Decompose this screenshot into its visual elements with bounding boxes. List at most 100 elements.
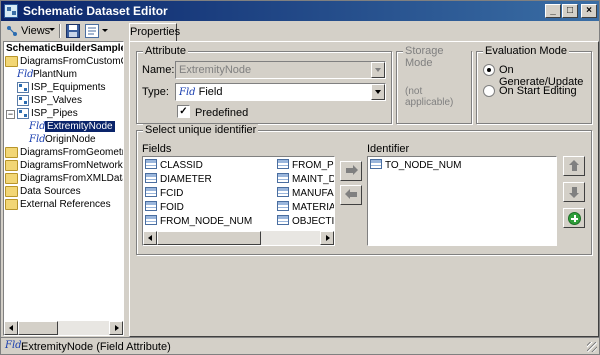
move-down-button[interactable] bbox=[563, 182, 585, 202]
views-dropdown-button[interactable]: Views bbox=[3, 22, 57, 40]
scroll-right-button[interactable] bbox=[320, 231, 334, 245]
table-field-icon bbox=[277, 173, 289, 183]
field-item-label: MAINT_DA bbox=[292, 174, 334, 185]
field-item[interactable]: FROM_PC bbox=[277, 159, 334, 172]
tree-node-label: ISP_Valves bbox=[31, 95, 82, 106]
fields-horizontal-scrollbar[interactable] bbox=[143, 231, 334, 245]
name-value: ExtremityNode bbox=[179, 64, 252, 76]
scroll-thumb[interactable] bbox=[157, 231, 261, 245]
tree-root[interactable]: SchematicBuilderSamples bbox=[6, 43, 123, 55]
folder-icon bbox=[5, 147, 18, 158]
add-to-identifier-button[interactable] bbox=[340, 161, 362, 181]
field-item[interactable]: OBJECTID bbox=[277, 215, 334, 228]
chevron-down-icon[interactable] bbox=[102, 29, 108, 32]
evaluation-mode-group: Evaluation Mode On Generate/Update On St… bbox=[476, 45, 592, 124]
arrow-up-icon bbox=[569, 160, 579, 171]
chevron-down-icon[interactable] bbox=[371, 84, 385, 100]
identifier-listbox[interactable]: TO_NODE_NUM bbox=[367, 156, 557, 246]
tree-node[interactable]: ISP_Equipments bbox=[17, 82, 106, 94]
name-label: Name: bbox=[142, 64, 175, 76]
properties-icon[interactable] bbox=[84, 23, 100, 39]
attribute-group: Attribute Name: ExtremityNode Type: Fld … bbox=[136, 45, 392, 124]
table-field-icon bbox=[145, 159, 157, 169]
scroll-left-button[interactable] bbox=[143, 231, 157, 245]
tree-node-label: DiagramsFromCustomQueri bbox=[20, 56, 123, 67]
tree-node[interactable]: External References bbox=[5, 199, 111, 211]
tree-node[interactable]: FldPlantNum bbox=[17, 69, 77, 81]
on-start-editing-radio[interactable] bbox=[483, 85, 495, 97]
table-field-icon bbox=[277, 187, 289, 197]
diagram-icon bbox=[17, 95, 29, 106]
tree-node[interactable]: DiagramsFromGeometricNe bbox=[5, 147, 123, 159]
folder-icon bbox=[5, 199, 18, 210]
field-item[interactable]: FROM_NODE_NUM bbox=[145, 215, 252, 228]
collapse-icon[interactable]: − bbox=[6, 110, 15, 119]
field-item[interactable]: MATERIAL bbox=[277, 201, 334, 214]
properties-panel: Attribute Name: ExtremityNode Type: Fld … bbox=[129, 41, 599, 337]
schematic-tree[interactable]: SchematicBuilderSamples − DiagramsFromCu… bbox=[3, 41, 124, 336]
tree-node-label: ExtremityNode bbox=[45, 121, 115, 132]
on-start-editing-label: On Start Editing bbox=[499, 85, 577, 97]
scroll-thumb[interactable] bbox=[18, 321, 58, 335]
scroll-right-button[interactable] bbox=[109, 321, 123, 335]
field-attribute-icon: Fld bbox=[17, 69, 34, 80]
field-item[interactable]: CLASSID bbox=[145, 159, 203, 172]
field-item[interactable]: DIAMETER bbox=[145, 173, 212, 186]
diagram-icon bbox=[17, 108, 29, 119]
field-item-label: FOID bbox=[160, 202, 184, 213]
arrow-down-icon bbox=[569, 187, 579, 198]
field-item[interactable]: MAINT_DA bbox=[277, 173, 334, 186]
remove-from-identifier-button[interactable] bbox=[340, 185, 362, 205]
field-item-label: CLASSID bbox=[160, 160, 203, 171]
tree-node[interactable]: ISP_Pipes bbox=[17, 108, 78, 120]
chevron-down-icon bbox=[371, 62, 385, 78]
toolbar: Views bbox=[1, 21, 125, 41]
type-value: Fld Field bbox=[179, 86, 222, 98]
tab-properties[interactable]: Properties bbox=[129, 23, 180, 42]
tree-node-label: ISP_Equipments bbox=[31, 82, 106, 93]
save-icon[interactable] bbox=[65, 23, 81, 39]
minimize-button[interactable]: _ bbox=[545, 4, 561, 18]
table-field-icon bbox=[277, 201, 289, 211]
chevron-down-icon bbox=[49, 28, 55, 31]
predefined-checkbox[interactable]: ✓ bbox=[177, 105, 190, 118]
tree-node-label: DiagramsFromGeometricNe bbox=[20, 147, 123, 158]
table-field-icon bbox=[277, 215, 289, 225]
folder-icon bbox=[5, 173, 18, 184]
tree-node-selected[interactable]: FldExtremityNode bbox=[29, 121, 115, 133]
tree-node[interactable]: DiagramsFromNetworkData bbox=[5, 160, 123, 172]
table-field-icon bbox=[370, 159, 382, 169]
views-label: Views bbox=[21, 25, 51, 37]
tree-node[interactable]: Data Sources bbox=[5, 186, 81, 198]
resize-grip-icon[interactable] bbox=[587, 342, 597, 352]
toolbar-separator bbox=[59, 24, 61, 38]
field-item[interactable]: FOID bbox=[145, 201, 184, 214]
field-item-label: DIAMETER bbox=[160, 174, 212, 185]
table-field-icon bbox=[145, 173, 157, 183]
identifier-item[interactable]: TO_NODE_NUM bbox=[370, 159, 462, 172]
fields-listbox[interactable]: CLASSID DIAMETER FCID FOID FROM_NODE_NUM… bbox=[142, 156, 335, 246]
maximize-button[interactable]: □ bbox=[562, 4, 578, 18]
on-generate-update-radio[interactable] bbox=[483, 64, 495, 76]
tree-node-label: ISP_Pipes bbox=[31, 108, 78, 119]
type-dropdown[interactable]: Fld Field bbox=[175, 83, 386, 101]
field-item[interactable]: FCID bbox=[145, 187, 183, 200]
tree-node[interactable]: DiagramsFromXMLData bbox=[5, 173, 123, 185]
storage-mode-value: (not applicable) bbox=[405, 86, 454, 108]
field-item-label: FCID bbox=[160, 188, 184, 199]
identifier-label: Identifier bbox=[367, 143, 410, 155]
window-title: Schematic Dataset Editor bbox=[23, 4, 168, 18]
tree-node[interactable]: DiagramsFromCustomQueri bbox=[5, 56, 123, 68]
folder-icon bbox=[5, 186, 18, 197]
tree-node[interactable]: ISP_Valves bbox=[17, 95, 82, 107]
tree-node[interactable]: FldOriginNode bbox=[29, 134, 96, 146]
scroll-left-button[interactable] bbox=[4, 321, 18, 335]
move-up-button[interactable] bbox=[563, 156, 585, 176]
field-item[interactable]: MANUFAC bbox=[277, 187, 334, 200]
arrow-left-icon bbox=[345, 189, 357, 199]
close-button[interactable]: × bbox=[581, 4, 597, 18]
add-button[interactable] bbox=[563, 208, 585, 228]
tree-horizontal-scrollbar[interactable] bbox=[4, 321, 123, 335]
field-attribute-icon: Fld bbox=[5, 340, 22, 351]
storage-mode-label: Storage Mode bbox=[403, 45, 471, 69]
